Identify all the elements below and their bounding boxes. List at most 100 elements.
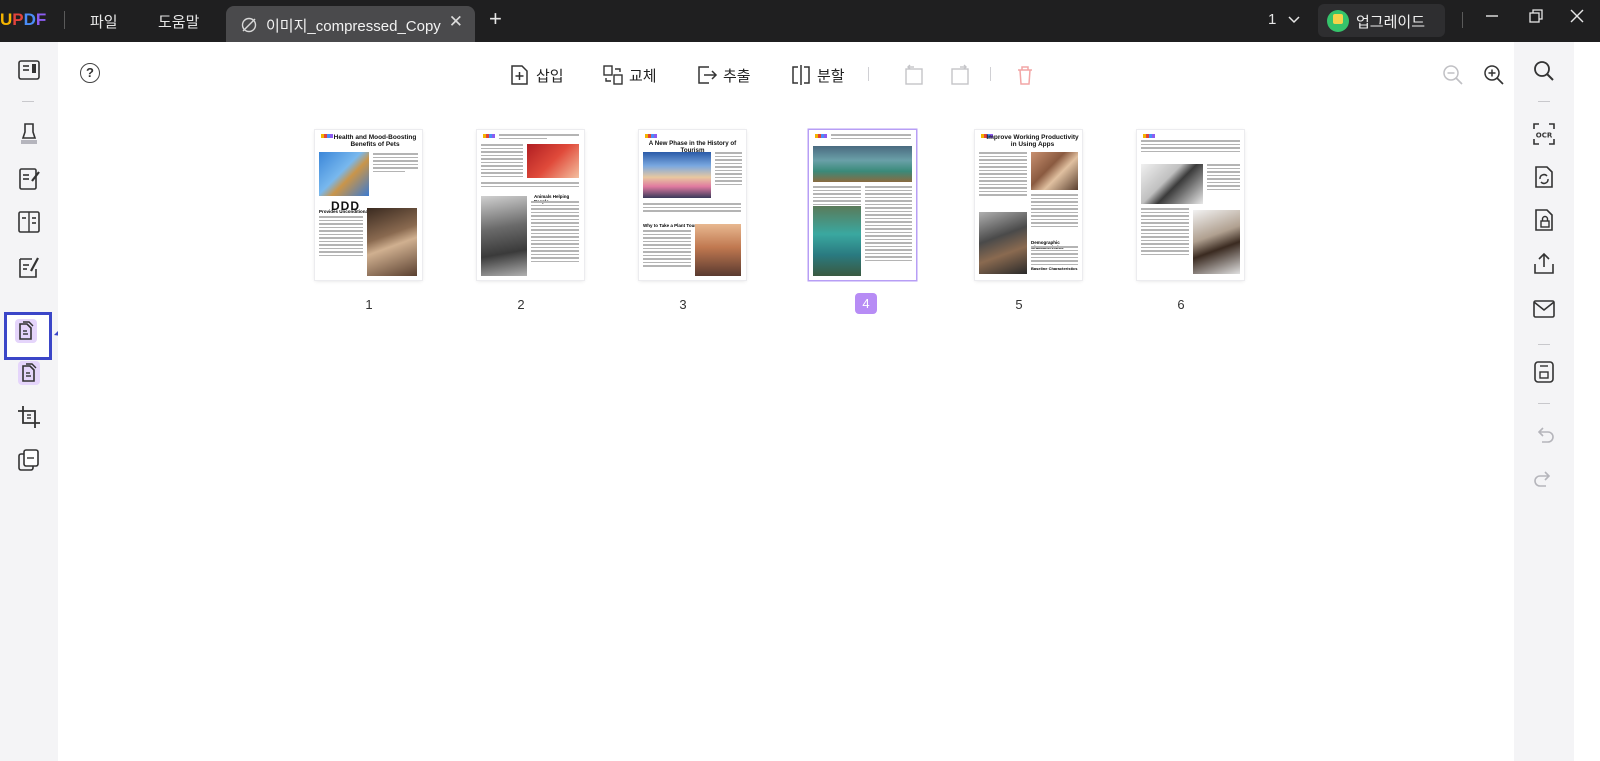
replace-button[interactable]: 교체: [601, 63, 665, 87]
page-thumbnail-5[interactable]: Improve Working Productivity in Using Ap…: [975, 130, 1082, 280]
page-organizer-canvas: [58, 42, 1514, 761]
form-icon[interactable]: [15, 208, 43, 236]
crop-icon[interactable]: [15, 403, 43, 431]
thumbnail-title: Improve Working Productivity in Using Ap…: [986, 134, 1079, 148]
avatar: [1327, 10, 1349, 32]
undo-icon[interactable]: [1530, 422, 1558, 450]
save-icon[interactable]: [1530, 358, 1558, 386]
thumbnail-text-block: [643, 203, 741, 214]
thumbnail-title: Health and Mood-Boosting Benefits of Pet…: [333, 134, 417, 148]
zoom-out-button[interactable]: [1441, 63, 1465, 87]
restore-icon[interactable]: [1524, 8, 1548, 32]
zoom-out-icon: [1443, 65, 1463, 85]
thumbnail-image: [1193, 210, 1240, 274]
thumbnail-image: [695, 224, 741, 276]
toolbar-divider: [990, 67, 991, 81]
thumbnail-text-block: [831, 134, 911, 141]
compressed-file-icon: [240, 16, 258, 39]
email-icon[interactable]: [1530, 295, 1558, 323]
convert-icon[interactable]: [1530, 163, 1558, 191]
page-thumbnail-1[interactable]: Health and Mood-Boosting Benefits of Pet…: [315, 130, 422, 280]
close-window-icon[interactable]: [1565, 8, 1589, 32]
page-thumbnail-6[interactable]: [1137, 130, 1244, 280]
document-tab[interactable]: 이미지_compressed_Copy ✕: [226, 6, 475, 42]
thumbnail-text-block: [1207, 164, 1240, 192]
redo-icon[interactable]: [1530, 466, 1558, 494]
updf-mini-logo: [1143, 134, 1155, 138]
page-thumbnail-2[interactable]: Animals Helping People: [477, 130, 584, 280]
tab-title: 이미지_compressed_Copy: [266, 18, 441, 35]
minimize-icon[interactable]: [1480, 8, 1504, 32]
chevron-down-icon: [1288, 11, 1300, 28]
thumbnail-subtitle-2: Baseline Characteristics: [1031, 266, 1078, 271]
thumbnail-image: [643, 152, 711, 198]
zoom-in-button[interactable]: [1482, 63, 1506, 87]
thumbnail-image: [367, 208, 417, 276]
title-bar-divider: [64, 11, 65, 29]
thumbnail-text-block: [481, 182, 579, 189]
upgrade-button[interactable]: 업그레이드: [1318, 4, 1445, 37]
page-selector[interactable]: 1: [1268, 11, 1300, 28]
thumbnail-image: [319, 152, 369, 196]
reader-icon[interactable]: [15, 57, 43, 85]
ocr-label: OCR: [1536, 132, 1553, 140]
toolbar-divider: [868, 67, 869, 81]
page-number-1: 1: [365, 297, 373, 312]
replace-label: 교체: [629, 68, 657, 85]
page-number-4: 4: [855, 293, 877, 314]
upgrade-label: 업그레이드: [1356, 14, 1426, 31]
page-thumbnail-4[interactable]: [809, 130, 916, 280]
organize-pages-icon[interactable]: [15, 359, 43, 387]
outer-right-edge: [1574, 42, 1600, 761]
insert-button[interactable]: 삽입: [508, 63, 572, 87]
comment-icon[interactable]: [15, 120, 43, 148]
rotate-right-button[interactable]: [948, 63, 972, 87]
updf-mini-logo: [815, 134, 827, 138]
rotate-right-icon: [951, 64, 969, 85]
thumbnail-text-block: [643, 230, 691, 269]
window-controls-divider: [1462, 12, 1463, 28]
page-tools-icon[interactable]: [15, 446, 43, 474]
updf-mini-logo: [321, 134, 333, 138]
rotate-left-button[interactable]: [902, 63, 926, 87]
close-tab-icon[interactable]: ✕: [449, 12, 463, 32]
delete-button[interactable]: [1013, 63, 1037, 87]
replace-icon: [603, 65, 623, 85]
rail-divider: [1538, 403, 1550, 404]
page-number-3: 3: [679, 297, 687, 312]
extract-button[interactable]: 추출: [695, 63, 759, 87]
menu-file[interactable]: 파일: [90, 11, 118, 32]
sign-icon[interactable]: [15, 253, 43, 281]
thumbnail-text-block: [979, 152, 1027, 198]
insert-icon: [511, 65, 528, 85]
thumbnail-text-block: [1141, 208, 1189, 257]
ocr-icon[interactable]: OCR: [1530, 120, 1558, 148]
rotate-left-icon: [905, 64, 923, 85]
thumbnail-text-block: [813, 186, 861, 207]
page-thumbnail-3[interactable]: A New Phase in the History of Tourism Wh…: [639, 130, 746, 280]
thumbnail-text-block: [481, 144, 523, 179]
left-tool-rail: [0, 42, 58, 761]
new-tab-button[interactable]: +: [489, 6, 502, 32]
split-icon: [792, 65, 810, 85]
page-number-6: 6: [1177, 297, 1185, 312]
share-icon[interactable]: [1530, 250, 1558, 278]
edit-pdf-icon[interactable]: [15, 165, 43, 193]
page-number-5: 5: [1015, 297, 1023, 312]
updf-mini-logo: [645, 134, 657, 138]
thumbnail-image: [1141, 164, 1203, 204]
thumbnail-text-block: [499, 134, 579, 141]
organize-pages-active-icon[interactable]: [12, 317, 40, 345]
help-icon[interactable]: ?: [80, 63, 100, 83]
thumbnail-image: [813, 206, 861, 276]
thumbnail-image: [813, 146, 912, 182]
menu-help[interactable]: 도움말: [158, 11, 199, 32]
rail-divider: [1538, 344, 1550, 345]
split-button[interactable]: 분할: [789, 63, 853, 87]
thumbnail-text-block: [319, 216, 363, 258]
thumbnail-text-block: [865, 186, 912, 263]
title-bar: UPDF 파일 도움말 이미지_compressed_Copy ✕ + 1 업그…: [0, 0, 1600, 42]
protect-icon[interactable]: [1530, 206, 1558, 234]
search-icon[interactable]: [1530, 57, 1558, 85]
rail-divider: [1538, 101, 1550, 102]
